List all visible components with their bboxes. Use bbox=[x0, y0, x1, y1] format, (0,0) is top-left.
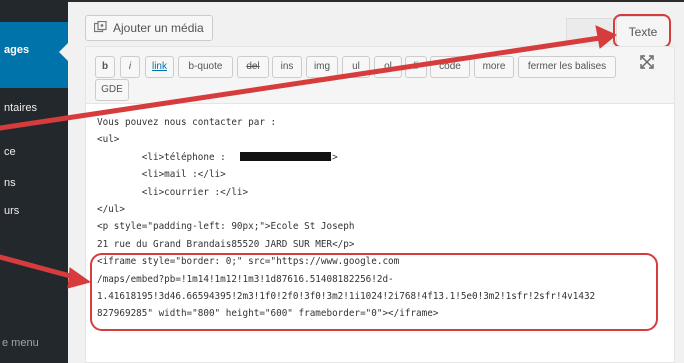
qt-code-button[interactable]: code bbox=[430, 56, 470, 78]
tab-visual[interactable] bbox=[566, 18, 614, 45]
quicktags-toolbar: b i link b-quote del ins img ul ol li co… bbox=[85, 46, 675, 104]
sidebar-active-notch bbox=[59, 43, 68, 61]
sidebar-item-appearance[interactable]: ce bbox=[4, 146, 16, 158]
qt-blockquote-button[interactable]: b-quote bbox=[178, 56, 233, 78]
qt-italic-button[interactable]: i bbox=[120, 56, 140, 78]
qt-li-button[interactable]: li bbox=[405, 56, 427, 78]
qt-img-button[interactable]: img bbox=[306, 56, 338, 78]
fullscreen-expand-icon[interactable] bbox=[640, 55, 654, 69]
code-line: <li>mail :</li> bbox=[97, 169, 226, 181]
admin-sidebar: ages ntaires ce ns urs e menu bbox=[0, 0, 68, 363]
qt-ol-button[interactable]: ol bbox=[374, 56, 402, 78]
code-line: <p style="padding-left: 90px;">Ecole St … bbox=[97, 221, 355, 233]
add-media-label: Ajouter un média bbox=[113, 21, 204, 35]
annotation-circle-iframe-code bbox=[90, 253, 658, 331]
qt-bold-button[interactable]: b bbox=[95, 56, 115, 78]
sidebar-item-pages[interactable]: ages bbox=[4, 44, 29, 56]
code-line: Vous pouvez nous contacter par : bbox=[97, 117, 277, 128]
qt-gde-button[interactable]: GDE bbox=[95, 79, 129, 101]
code-line: </ul> bbox=[97, 204, 125, 216]
qt-more-button[interactable]: more bbox=[474, 56, 514, 78]
qt-del-button[interactable]: del bbox=[237, 56, 269, 78]
add-media-button[interactable]: Ajouter un média bbox=[85, 15, 213, 41]
window-top-border bbox=[0, 0, 684, 2]
qt-ul-button[interactable]: ul bbox=[342, 56, 370, 78]
qt-ins-button[interactable]: ins bbox=[272, 56, 302, 78]
code-line: <li>téléphone : </li> bbox=[97, 151, 338, 163]
code-line: 21 rue du Grand Brandais85520 JARD SUR M… bbox=[97, 238, 355, 250]
annotation-circle-text-tab bbox=[613, 14, 671, 48]
sidebar-item-plugins[interactable]: ns bbox=[4, 177, 16, 189]
redaction-bar bbox=[240, 152, 331, 161]
qt-link-button[interactable]: link bbox=[145, 56, 174, 78]
sidebar-item-users[interactable]: urs bbox=[4, 205, 19, 217]
code-line: <li>courrier :</li> bbox=[97, 186, 249, 198]
sidebar-collapse-menu[interactable]: e menu bbox=[2, 337, 39, 349]
media-icon bbox=[94, 21, 107, 33]
sidebar-item-comments[interactable]: ntaires bbox=[4, 102, 37, 114]
code-line: <ul> bbox=[97, 134, 120, 146]
qt-close-tags-button[interactable]: fermer les balises bbox=[518, 56, 616, 78]
